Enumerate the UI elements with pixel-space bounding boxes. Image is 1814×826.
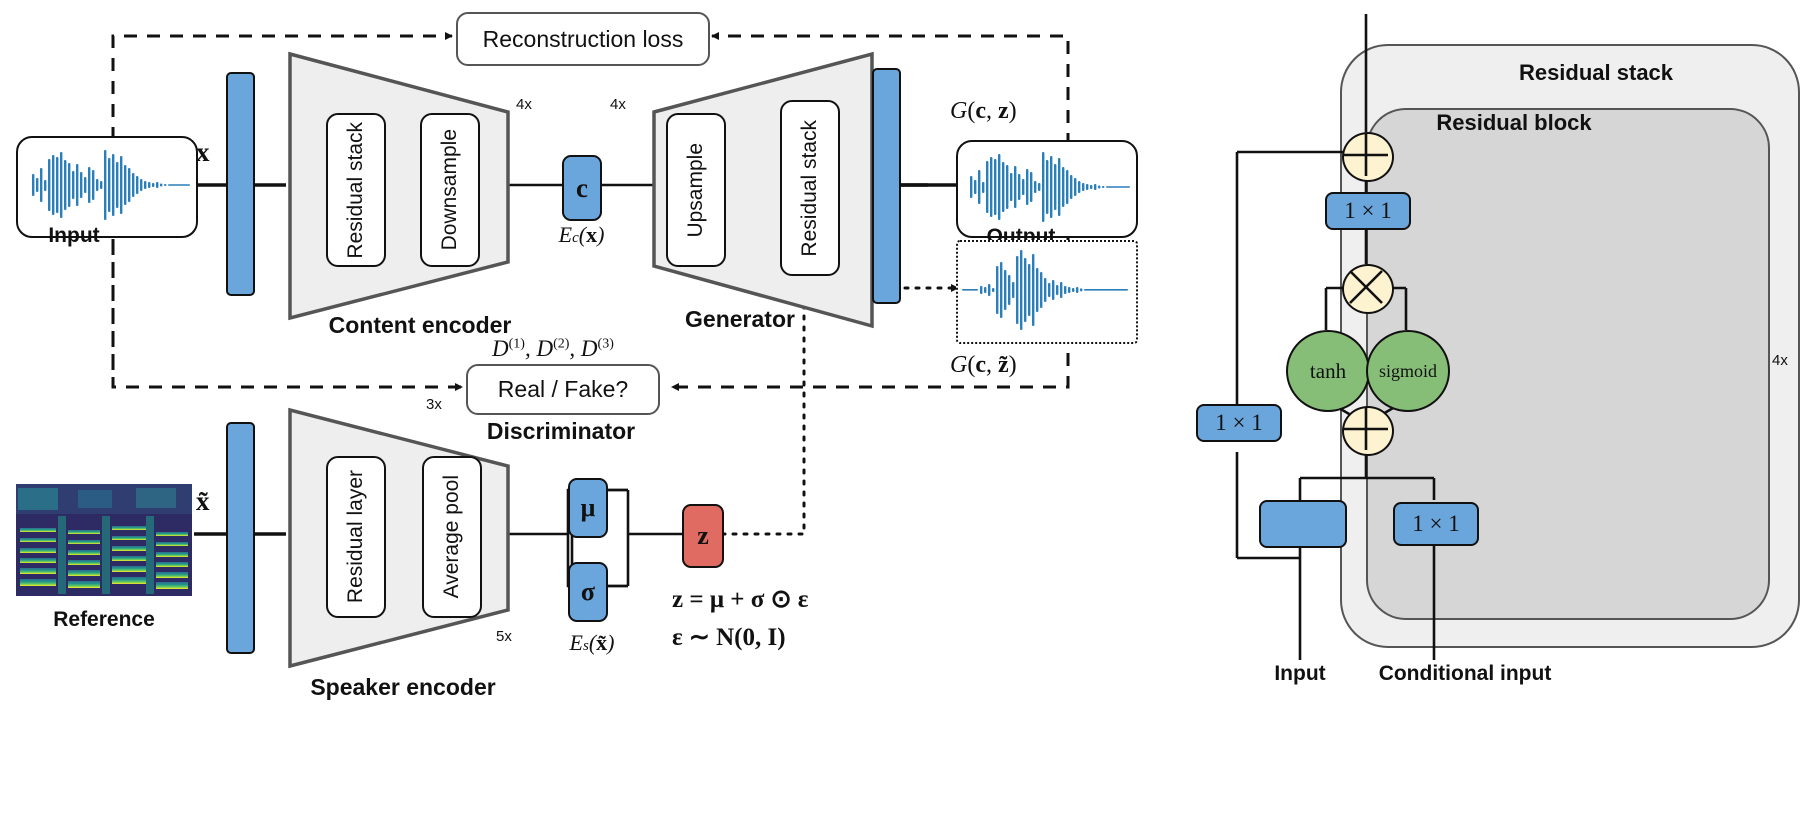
sigma-symbol: σ [580,577,596,606]
reconstruction-loss-label: Reconstruction loss [482,25,684,52]
output-real-label: G(c, z) [950,98,1017,124]
waveform-icon [962,250,1128,330]
conv-1x1-conditional-label: 1 × 1 [1412,511,1460,536]
z-box: z [682,504,724,568]
output-waveform-box [956,140,1138,238]
generator-block-upsample: Upsample [666,113,726,267]
conv-1x1-skip: 1 × 1 [1196,404,1282,442]
add-operator-bottom-glyph [1344,408,1388,450]
content-encoder-block-downsample-label: Downsample [438,129,461,251]
conv-1x1-top: 1 × 1 [1325,192,1411,230]
generator-block-upsample-label: Upsample [684,142,707,238]
conv-block-unlabeled [1259,500,1347,548]
reparam-equation-1: z = μ + σ ⊙ ε [672,586,809,613]
speaker-encoder-block-average-pool-label: Average pool [440,475,463,599]
spectrogram-icon [16,484,192,596]
conv-1x1-top-label: 1 × 1 [1344,198,1392,223]
output-feature-bar [872,68,901,304]
latent-content-symbol: c [576,172,588,203]
input-symbol: x [196,137,210,167]
speaker-encoder-repeat: 5x [496,628,512,645]
reparam-equation-2: ε ∼ N(0, I) [672,624,786,651]
sigma-box: σ [568,562,608,622]
input-feature-bar [226,72,255,296]
reference-label: Reference [53,608,155,631]
content-encoder-repeat: 4x [516,96,532,113]
waveform-icon [970,152,1130,222]
fake-output-waveform-box [956,240,1138,344]
sigmoid-activation-label: sigmoid [1378,360,1437,381]
tanh-activation: tanh [1286,330,1370,412]
latent-content-caption: Ec(x) [558,222,605,247]
speaker-encoder-caption: Es(x̃) [569,630,615,655]
latent-content-box: c [562,155,602,221]
content-encoder-block-downsample: Downsample [420,113,480,267]
z-symbol: z [697,521,709,550]
reference-feature-bar [226,422,255,654]
speaker-encoder-block-residual-layer-label: Residual layer [344,470,367,604]
sigmoid-activation: sigmoid [1366,330,1450,412]
speaker-encoder-block-residual-layer: Residual layer [326,456,386,618]
input-waveform-label: Input [48,224,100,247]
add-operator-top-glyph [1344,134,1388,176]
content-encoder-label: Content encoder [328,312,512,338]
residual-conditional-input-label: Conditional input [1378,662,1552,685]
discriminator-superscripts: D(1), D(2), D(3) [492,336,614,361]
mu-box: μ [568,478,608,538]
reference-symbol: x̃ [196,486,210,516]
generator-block-residual-stack: Residual stack [780,100,840,276]
content-encoder-block-residual-stack: Residual stack [326,113,386,267]
conv-1x1-skip-label: 1 × 1 [1215,410,1263,435]
multiply-operator-glyph [1349,270,1383,304]
reference-spectrogram-box [16,484,192,596]
discriminator-box-label: Real / Fake? [497,376,629,402]
content-encoder-block-residual-stack-label: Residual stack [344,121,367,259]
input-waveform-box [16,136,198,238]
mu-symbol: μ [580,493,596,522]
generator-label: Generator [685,306,795,332]
waveform-icon [32,150,190,220]
tanh-activation-label: tanh [1309,358,1347,383]
speaker-encoder-label: Speaker encoder [310,674,496,700]
speaker-encoder-block-average-pool: Average pool [422,456,482,618]
generator-block-residual-stack-label: Residual stack [798,119,821,257]
conv-1x1-conditional: 1 × 1 [1393,502,1479,546]
generator-repeat: 4x [610,96,626,113]
output-fake-label: G(c, z̃) [950,352,1017,378]
